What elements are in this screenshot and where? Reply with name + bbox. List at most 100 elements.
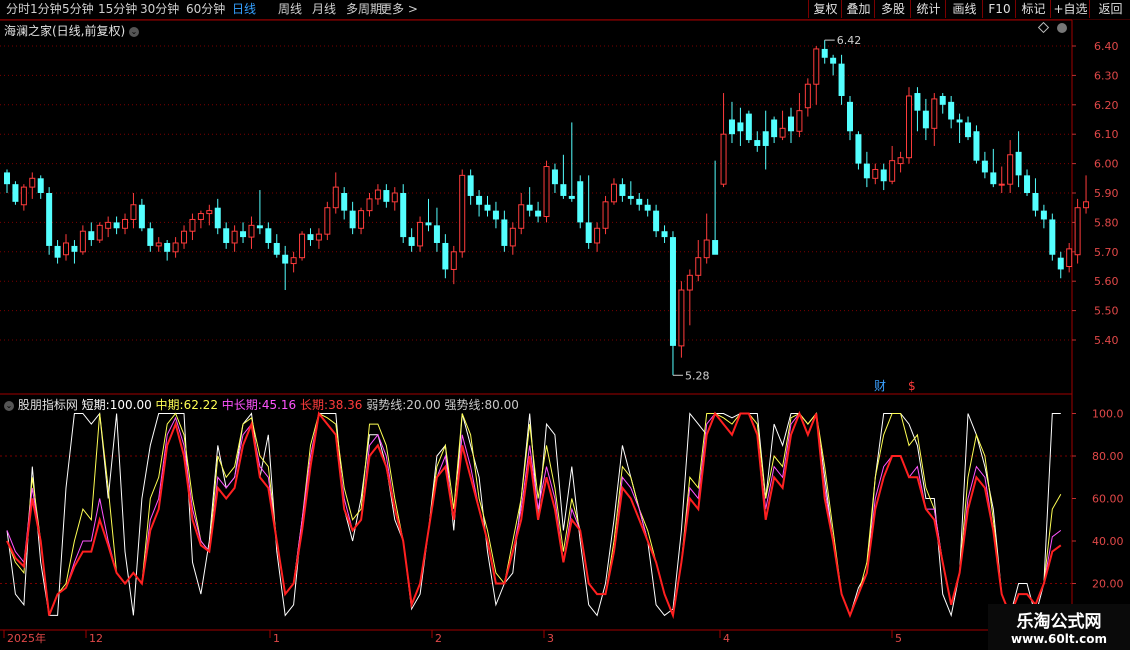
candle-body [518,204,525,229]
watermark-title: 乐淘公式网 [1016,612,1102,632]
candle-body [1040,210,1047,220]
chevron-down-icon[interactable]: ⌄ [4,400,14,411]
candle-body [484,204,491,211]
strong-label: 强势线: [444,398,485,412]
candle-body [796,110,803,132]
candle-body [779,127,786,138]
long-value: 38.36 [328,398,363,412]
main-chart-header: 海澜之家(日线,前复权) ⌄ [4,22,140,39]
candle-body [172,242,179,253]
candle-body [358,210,365,229]
candle-body [197,213,204,220]
candle-body [147,228,154,246]
watermark: 乐淘公式网 www.60lt.com [988,604,1130,650]
candle-body [712,240,719,255]
date-label: 3 [547,632,554,645]
candle-body [551,169,558,185]
candle-body [273,242,280,255]
candle-body [1057,257,1064,270]
date-label: 4 [723,632,730,645]
candle-body [619,184,626,196]
candle-body [1083,201,1090,209]
candle-body [577,181,584,223]
candle-body [661,231,668,238]
candle-body [96,224,103,241]
candle-body [653,210,660,232]
candle-body [383,190,390,202]
candle-body [686,274,693,291]
candle-body [889,160,896,182]
candle-body [636,198,643,205]
indicator-series-line [6,412,1062,618]
candle-body [998,183,1005,186]
stock-title: 海澜之家(日线,前复权) [4,24,126,38]
candle-body [914,93,921,111]
indicator-tick-label: 20.00 [1092,578,1124,591]
indicator-header: ⌄ 股朋指标网 短期:100.00 中期:62.22 中长期:45.16 长期:… [4,396,519,413]
candle-body [771,119,778,138]
mid-value: 62.22 [183,398,218,412]
candle-body [374,189,381,200]
indicator-tick-label: 80.00 [1092,450,1124,463]
candle-body [804,83,811,109]
candle-body [214,207,221,229]
candle-body [931,98,938,129]
weak-value: 20.00 [406,398,441,412]
candle-body [282,254,289,264]
candle-body [509,227,516,247]
candle-body [366,198,373,212]
candle-body [526,204,533,211]
indicator-name: 股朋指标网 [17,398,78,412]
candle-body [965,122,972,138]
candle-body [594,227,601,244]
candle-body [695,257,702,276]
candle-body [543,166,550,218]
candle-body [737,122,744,132]
candle-body [46,193,53,246]
candle-body [341,193,348,211]
candle-body [872,168,879,179]
candle-body [973,131,980,161]
price-tick-label: 5.50 [1094,305,1119,318]
candle-body [627,195,634,199]
candle-body [754,140,761,146]
candle-body [459,174,466,253]
candle-body [745,113,752,141]
candle-body [863,163,870,179]
weak-label: 弱势线: [366,398,407,412]
candle-body [54,245,61,258]
candle-body [813,48,820,85]
chevron-down-icon[interactable]: ⌄ [129,26,140,37]
price-tick-label: 6.00 [1094,158,1119,171]
price-tick-label: 5.60 [1094,275,1119,288]
watermark-url: www.60lt.com [1010,632,1108,646]
candle-body [1007,154,1014,185]
candle-body [897,157,904,165]
date-label: 2 [435,632,442,645]
candle-body [855,134,862,164]
midlong-label: 中长期: [221,398,262,412]
candle-body [1032,193,1039,211]
candle-body [585,222,592,243]
candle-body [20,186,27,206]
candle-body [248,224,255,238]
price-tick-label: 5.40 [1094,334,1119,347]
candle-body [1074,207,1081,256]
candle-body [610,183,617,203]
candle-body [425,222,432,226]
candle-body [299,233,306,259]
date-label: 2025年 [7,631,46,645]
date-label: 5 [895,632,902,645]
candle-body [256,225,263,229]
candle-body [71,245,78,252]
candle-body [922,110,929,129]
candle-body [1049,219,1056,255]
stock-chart[interactable]: 6.40 6.30 6.20 6.10 6.00 5.90 5.80 5.70 5.60 5.50… [0,0,1130,650]
candle-body [223,228,230,243]
candle-body [113,222,120,229]
price-tick-label: 6.30 [1094,69,1119,82]
candle-body [560,184,567,196]
date-label: 12 [89,632,103,645]
candle-body [265,228,272,243]
candle-body [847,101,853,132]
